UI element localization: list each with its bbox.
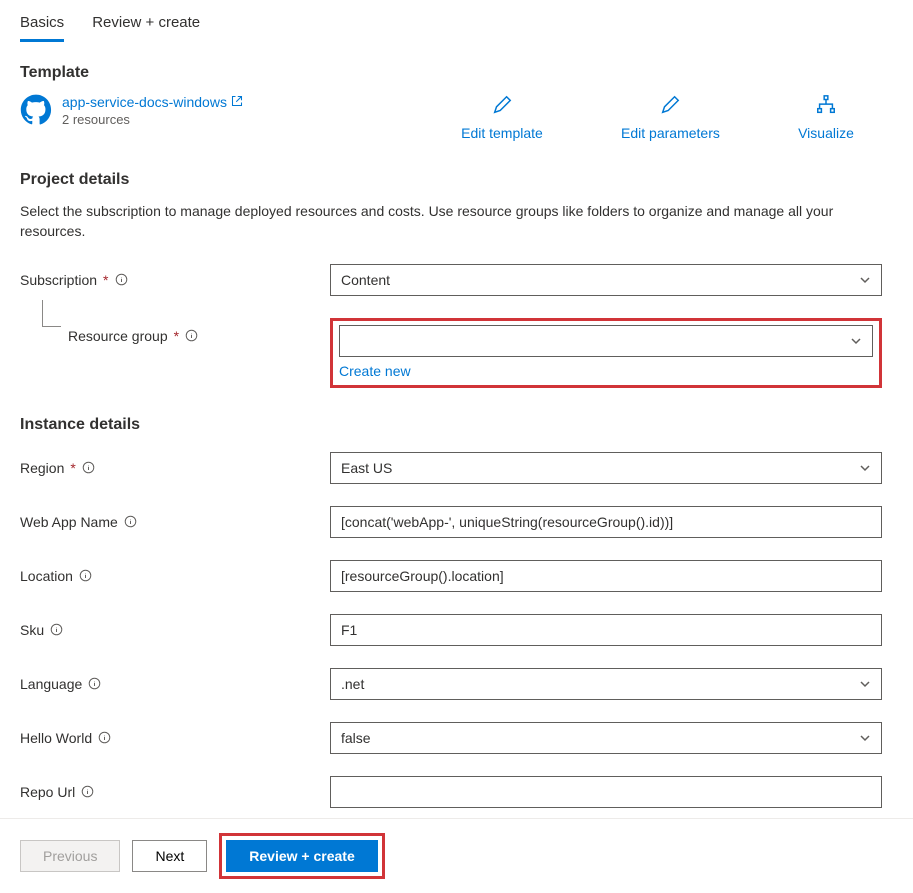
region-select[interactable]: East US	[330, 452, 882, 484]
region-value: East US	[341, 460, 392, 476]
template-link[interactable]: app-service-docs-windows	[62, 94, 243, 110]
info-icon[interactable]	[50, 623, 63, 636]
sku-field[interactable]	[341, 615, 871, 645]
repo-url-row: Repo Url	[20, 776, 893, 808]
project-details-description: Select the subscription to manage deploy…	[20, 201, 880, 242]
pencil-icon	[659, 94, 681, 119]
hello-world-label: Hello World	[20, 730, 92, 746]
chevron-down-icon	[859, 274, 871, 286]
info-icon[interactable]	[98, 731, 111, 744]
hello-world-select[interactable]: false	[330, 722, 882, 754]
hierarchy-icon	[815, 94, 837, 119]
webapp-name-input[interactable]	[330, 506, 882, 538]
info-icon[interactable]	[88, 677, 101, 690]
info-icon[interactable]	[81, 785, 94, 798]
resource-group-row: Resource group * Create new	[20, 318, 893, 388]
info-icon[interactable]	[124, 515, 137, 528]
project-details-heading: Project details	[20, 171, 893, 189]
edit-parameters-button[interactable]: Edit parameters	[621, 94, 720, 141]
hello-world-row: Hello World false	[20, 722, 893, 754]
location-input[interactable]	[330, 560, 882, 592]
external-link-icon	[231, 94, 243, 110]
region-row: Region * East US	[20, 452, 893, 484]
subscription-label: Subscription	[20, 272, 97, 288]
next-button[interactable]: Next	[132, 840, 207, 872]
repo-url-label: Repo Url	[20, 784, 75, 800]
resource-group-label: Resource group	[68, 328, 168, 344]
template-heading: Template	[20, 64, 893, 82]
chevron-down-icon	[859, 462, 871, 474]
hello-world-value: false	[341, 730, 371, 746]
footer: Previous Next Review + create	[0, 818, 913, 893]
sku-label: Sku	[20, 622, 44, 638]
required-indicator: *	[70, 460, 75, 476]
language-row: Language .net	[20, 668, 893, 700]
tabs: Basics Review + create	[20, 0, 893, 42]
location-row: Location	[20, 560, 893, 592]
webapp-name-field[interactable]	[341, 507, 871, 537]
info-icon[interactable]	[115, 273, 128, 286]
location-field[interactable]	[341, 561, 871, 591]
resource-group-highlight: Create new	[330, 318, 882, 388]
required-indicator: *	[103, 272, 108, 288]
edit-template-label: Edit template	[461, 125, 543, 141]
template-resource-count: 2 resources	[62, 112, 243, 127]
template-link-text: app-service-docs-windows	[62, 94, 227, 110]
edit-parameters-label: Edit parameters	[621, 125, 720, 141]
tab-basics[interactable]: Basics	[20, 8, 64, 42]
tab-review-create[interactable]: Review + create	[92, 8, 200, 42]
language-value: .net	[341, 676, 364, 692]
webapp-name-row: Web App Name	[20, 506, 893, 538]
sku-row: Sku	[20, 614, 893, 646]
create-new-link[interactable]: Create new	[339, 363, 411, 379]
resource-group-select[interactable]	[339, 325, 873, 357]
instance-details-heading: Instance details	[20, 416, 893, 434]
webapp-name-label: Web App Name	[20, 514, 118, 530]
location-label: Location	[20, 568, 73, 584]
sku-input[interactable]	[330, 614, 882, 646]
subscription-row: Subscription * Content	[20, 264, 893, 296]
template-row: app-service-docs-windows 2 resources Edi…	[20, 94, 893, 141]
region-label: Region	[20, 460, 64, 476]
visualize-button[interactable]: Visualize	[798, 94, 854, 141]
visualize-label: Visualize	[798, 125, 854, 141]
previous-button: Previous	[20, 840, 120, 872]
review-create-button[interactable]: Review + create	[226, 840, 377, 872]
edit-template-button[interactable]: Edit template	[461, 94, 543, 141]
subscription-value: Content	[341, 272, 390, 288]
chevron-down-icon	[859, 732, 871, 744]
subscription-select[interactable]: Content	[330, 264, 882, 296]
required-indicator: *	[174, 328, 179, 344]
chevron-down-icon	[850, 335, 862, 347]
chevron-down-icon	[859, 678, 871, 690]
github-icon	[20, 94, 52, 126]
language-label: Language	[20, 676, 82, 692]
repo-url-input[interactable]	[330, 776, 882, 808]
info-icon[interactable]	[185, 329, 198, 342]
pencil-icon	[491, 94, 513, 119]
repo-url-field[interactable]	[341, 777, 871, 807]
info-icon[interactable]	[79, 569, 92, 582]
language-select[interactable]: .net	[330, 668, 882, 700]
info-icon[interactable]	[82, 461, 95, 474]
